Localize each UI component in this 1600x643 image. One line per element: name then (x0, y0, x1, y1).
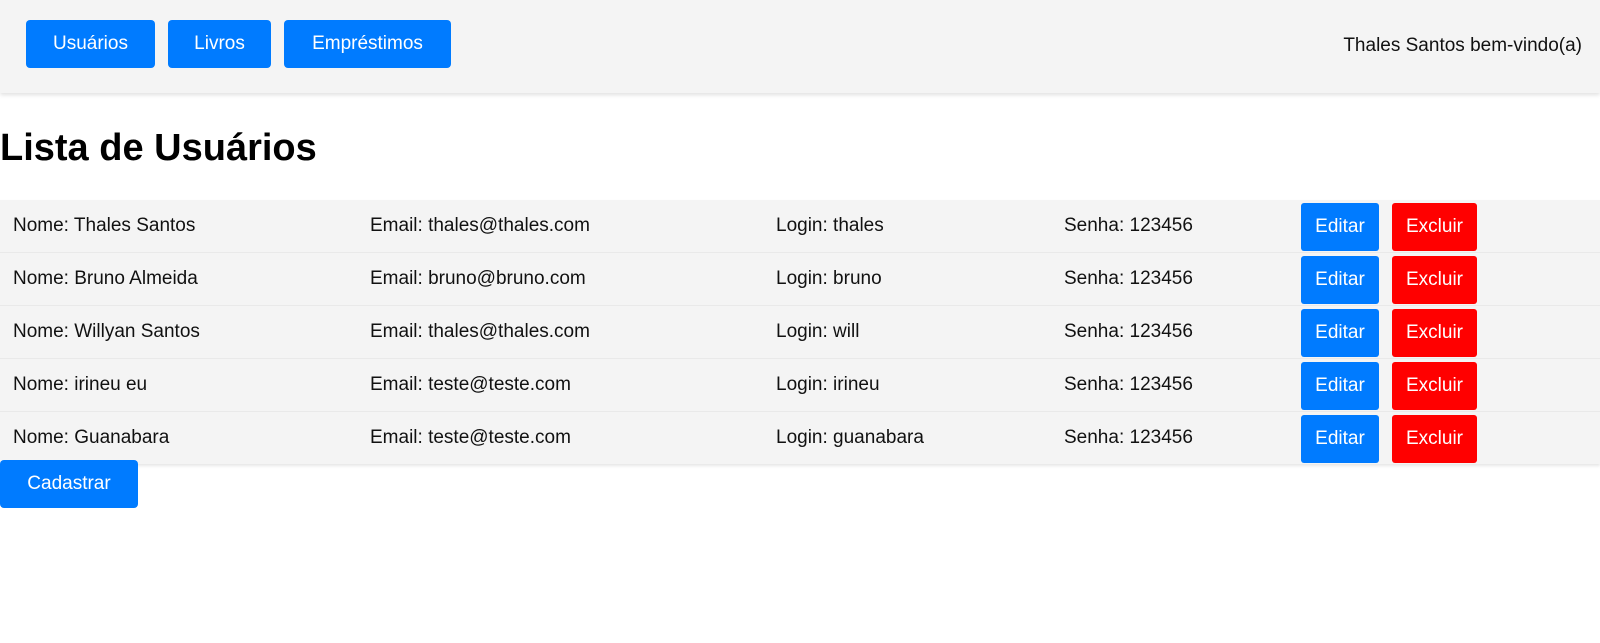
user-name: Nome: irineu eu (13, 374, 148, 395)
user-list: Nome: Thales Santos Email: thales@thales… (0, 200, 1600, 464)
nav-books-button[interactable]: Livros (168, 20, 271, 68)
user-login: Login: guanabara (776, 427, 924, 448)
nav-users-button[interactable]: Usuários (26, 20, 155, 68)
user-login: Login: will (776, 321, 860, 342)
register-button[interactable]: Cadastrar (0, 460, 138, 508)
top-navbar: Usuários Livros Empréstimos Thales Santo… (0, 0, 1600, 93)
edit-button[interactable]: Editar (1301, 415, 1379, 463)
user-login: Login: irineu (776, 374, 880, 395)
user-name: Nome: Guanabara (13, 427, 170, 448)
user-name: Nome: Bruno Almeida (13, 268, 198, 289)
delete-button[interactable]: Excluir (1392, 362, 1477, 410)
table-row: Nome: Guanabara Email: teste@teste.com L… (0, 412, 1600, 464)
user-email: Email: thales@thales.com (370, 321, 590, 342)
user-name: Nome: Thales Santos (13, 215, 196, 236)
user-password: Senha: 123456 (1064, 215, 1193, 236)
edit-button[interactable]: Editar (1301, 309, 1379, 357)
user-email: Email: teste@teste.com (370, 374, 571, 395)
table-row: Nome: Willyan Santos Email: thales@thale… (0, 306, 1600, 359)
user-name: Nome: Willyan Santos (13, 321, 200, 342)
user-login: Login: thales (776, 215, 884, 236)
user-email: Email: teste@teste.com (370, 427, 571, 448)
user-email: Email: thales@thales.com (370, 215, 590, 236)
user-email: Email: bruno@bruno.com (370, 268, 586, 289)
user-password: Senha: 123456 (1064, 374, 1193, 395)
user-password: Senha: 123456 (1064, 268, 1193, 289)
welcome-message: Thales Santos bem-vindo(a) (1343, 35, 1582, 56)
edit-button[interactable]: Editar (1301, 362, 1379, 410)
table-row: Nome: Thales Santos Email: thales@thales… (0, 200, 1600, 253)
edit-button[interactable]: Editar (1301, 203, 1379, 251)
table-row: Nome: Bruno Almeida Email: bruno@bruno.c… (0, 253, 1600, 306)
nav-loans-button[interactable]: Empréstimos (284, 20, 451, 68)
page-title: Lista de Usuários (0, 127, 317, 169)
delete-button[interactable]: Excluir (1392, 309, 1477, 357)
user-password: Senha: 123456 (1064, 427, 1193, 448)
table-row: Nome: irineu eu Email: teste@teste.com L… (0, 359, 1600, 412)
delete-button[interactable]: Excluir (1392, 256, 1477, 304)
user-password: Senha: 123456 (1064, 321, 1193, 342)
user-login: Login: bruno (776, 268, 882, 289)
edit-button[interactable]: Editar (1301, 256, 1379, 304)
delete-button[interactable]: Excluir (1392, 203, 1477, 251)
delete-button[interactable]: Excluir (1392, 415, 1477, 463)
